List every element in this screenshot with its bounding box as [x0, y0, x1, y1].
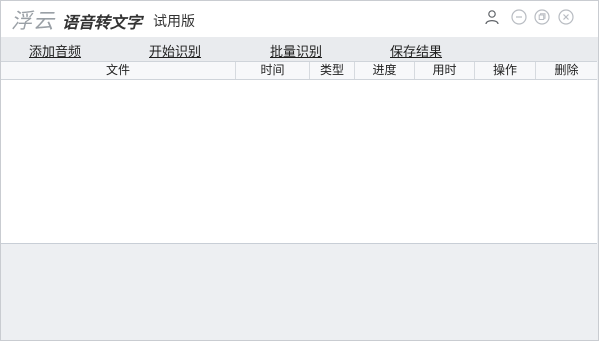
menu-bar: 添加音频 开始识别 批量识别 保存结果 — [1, 37, 598, 61]
restore-icon[interactable] — [534, 9, 550, 25]
table-body[interactable] — [1, 80, 597, 243]
app-logo: 浮云 — [11, 9, 55, 33]
start-recognition-button[interactable]: 开始识别 — [149, 41, 201, 60]
user-icon[interactable] — [484, 9, 500, 25]
column-header-type[interactable]: 类型 — [310, 62, 355, 79]
add-audio-button[interactable]: 添加音频 — [29, 41, 81, 60]
column-header-time[interactable]: 时间 — [236, 62, 310, 79]
app-title: 语音转文字 — [62, 13, 143, 32]
app-window: 浮云 语音转文字 试用版 添加音频 开始识别 批量识别 保存结果 文件 时间 类… — [0, 0, 599, 341]
batch-recognition-button[interactable]: 批量识别 — [270, 41, 322, 60]
status-area — [1, 244, 598, 340]
file-table: 文件 时间 类型 进度 用时 操作 删除 — [1, 61, 597, 244]
column-header-progress[interactable]: 进度 — [355, 62, 415, 79]
column-header-action[interactable]: 操作 — [475, 62, 536, 79]
close-icon[interactable] — [558, 9, 574, 25]
column-header-duration[interactable]: 用时 — [415, 62, 475, 79]
table-header: 文件 时间 类型 进度 用时 操作 删除 — [1, 61, 597, 80]
title-bar[interactable]: 浮云 语音转文字 试用版 — [1, 1, 598, 37]
column-header-file[interactable]: 文件 — [1, 62, 236, 79]
minimize-icon[interactable] — [511, 9, 527, 25]
save-result-button[interactable]: 保存结果 — [390, 41, 442, 60]
column-header-delete[interactable]: 删除 — [536, 62, 597, 79]
edition-label: 试用版 — [153, 14, 195, 30]
